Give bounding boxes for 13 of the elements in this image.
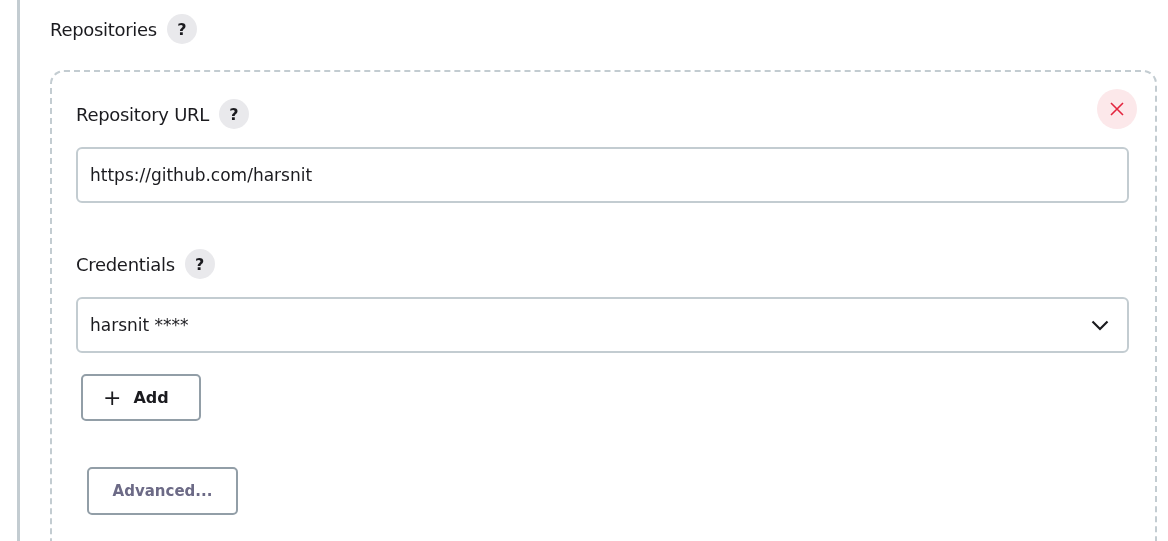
help-button[interactable]: ? — [184, 249, 215, 279]
field-label: Credentials — [76, 253, 175, 275]
close-icon — [1110, 102, 1124, 116]
advanced-button[interactable]: Advanced... — [87, 467, 238, 515]
close-button[interactable] — [1097, 89, 1137, 129]
help-button[interactable]: ? — [166, 14, 197, 44]
add-button[interactable]: + Add — [81, 374, 201, 421]
chevron-down-icon — [1091, 319, 1109, 331]
dropdown[interactable]: harsnit **** — [76, 297, 1129, 353]
section-title: Repositories — [50, 18, 157, 40]
help-button[interactable]: ? — [218, 99, 249, 129]
field-label: Repository URL — [76, 103, 209, 125]
input-field[interactable]: https://github.com/harsnit — [76, 147, 1129, 203]
